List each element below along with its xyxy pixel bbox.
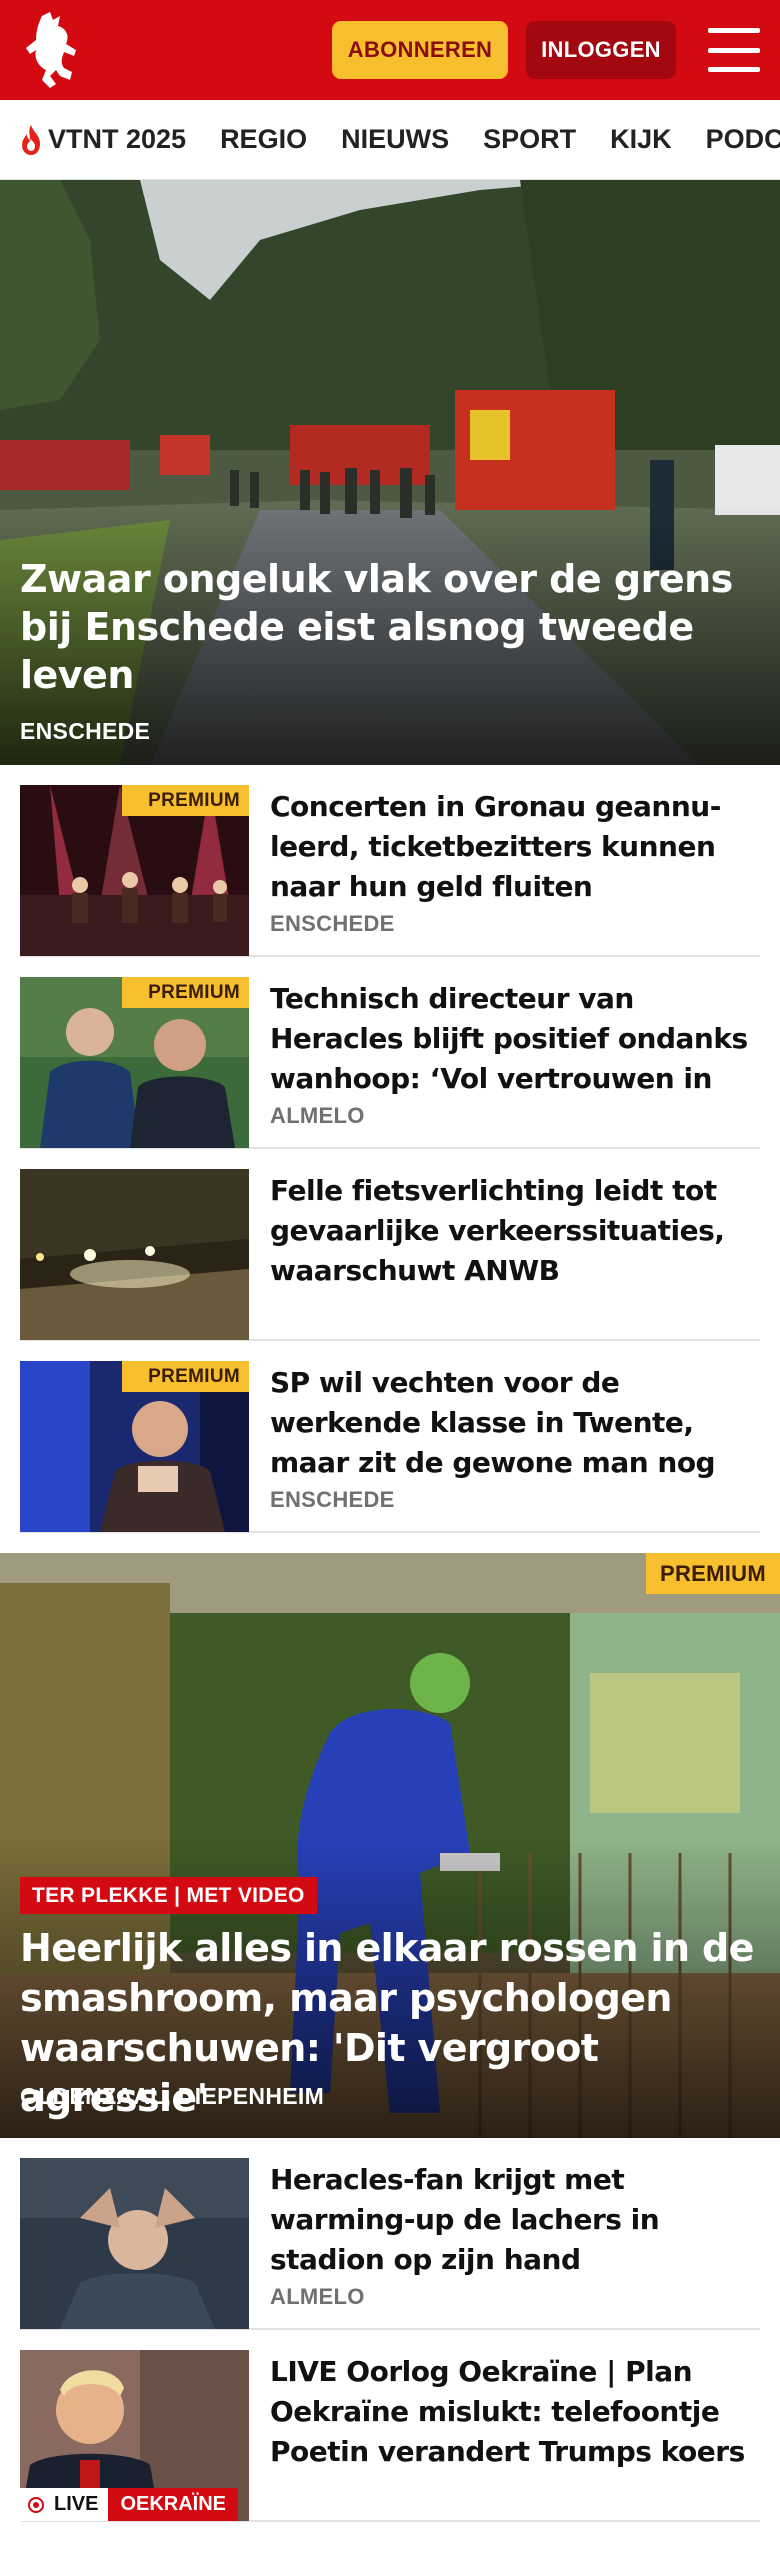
article-title: LIVE Oorlog Oekraïne | Plan Oekraïne mis… (270, 2355, 745, 2468)
premium-badge: PREMIUM (646, 1553, 780, 1594)
hero-article[interactable]: Zwaar ongeluk vlak over de grens bij Ens… (0, 180, 780, 765)
hamburger-menu-icon[interactable] (708, 28, 760, 72)
article-thumbnail: PREMIUM (20, 785, 249, 956)
subscribe-button[interactable]: ABONNEREN (332, 21, 508, 79)
hero-title: Zwaar ongeluk vlak over de grens bij Ens… (20, 557, 733, 697)
nav-item-vtnt[interactable]: VTNT 2025 (18, 124, 186, 156)
list-item[interactable]: Felle fietsverlichting leidt tot gevaarl… (20, 1149, 760, 1341)
article-thumbnail: LIVE OEKRAÏNE (20, 2350, 249, 2521)
premium-badge: PREMIUM (122, 785, 249, 816)
flame-icon (22, 124, 40, 155)
live-dot-icon (28, 2496, 44, 2513)
premium-badge: PREMIUM (122, 977, 249, 1008)
list-item[interactable]: PREMIUM Concerten in Gronau geannu­leerd… (20, 765, 760, 957)
article-place: ALMELO (270, 2284, 365, 2309)
top-header: ABONNEREN INLOGGEN (0, 0, 780, 100)
article-title: Heracles-fan krijgt met warming-up de la… (270, 2163, 660, 2276)
article-place: ENSCHEDE (270, 911, 395, 936)
list-item[interactable]: PREMIUM SP wil vechten voor de werkende … (20, 1341, 760, 1533)
list-item[interactable]: PREMIUM Technisch directeur van Heracles… (20, 957, 760, 1149)
featured-article[interactable]: PREMIUM TER PLEKKE | MET VIDEO Heerlijk … (0, 1553, 780, 2138)
article-title: Felle fietsverlichting leidt tot gevaarl… (270, 1174, 725, 1287)
premium-badge: PREMIUM (122, 1361, 249, 1392)
article-place: ENSCHEDE (270, 1487, 395, 1512)
hero-place: ENSCHEDE (20, 718, 151, 744)
topic-label: OEKRAÏNE (108, 2488, 239, 2521)
live-label: LIVE (54, 2493, 99, 2515)
login-button[interactable]: INLOGGEN (526, 21, 676, 79)
article-thumbnail (20, 2158, 249, 2329)
article-thumbnail: PREMIUM (20, 977, 249, 1148)
article-title: Concerten in Gronau geannu­leerd, ticket… (270, 790, 722, 903)
nav-label: VTNT 2025 (48, 124, 187, 154)
article-list: PREMIUM Concerten in Gronau geannu­leerd… (0, 765, 780, 1533)
article-thumbnail: PREMIUM (20, 1361, 249, 1532)
live-tag: LIVE OEKRAÏNE (20, 2488, 239, 2521)
article-title: Technisch directeur van Heracles blijft … (270, 982, 748, 1095)
nav-item-sport[interactable]: SPORT (483, 124, 576, 155)
nav-item-nieuws[interactable]: NIEUWS (341, 124, 449, 155)
nav-item-kijk[interactable]: KIJK (610, 124, 672, 155)
article-place: ALMELO (270, 1103, 365, 1128)
article-title: SP wil vechten voor de werkende klasse i… (270, 1366, 716, 1479)
nav-item-regio[interactable]: REGIO (220, 124, 307, 155)
featured-place: OLDENZAAL, DIEPENHEIM (20, 2083, 325, 2109)
nav-item-podcast[interactable]: PODCAST (706, 124, 780, 155)
article-list-2: Heracles-fan krijgt met warming-up de la… (0, 2138, 780, 2522)
category-label: TER PLEKKE | MET VIDEO (20, 1877, 317, 1914)
article-thumbnail (20, 1169, 249, 1340)
list-item[interactable]: LIVE OEKRAÏNE LIVE Oorlog Oekraïne | Pla… (20, 2330, 760, 2522)
tubantia-horse-logo-icon[interactable] (20, 8, 86, 92)
section-nav: VTNT 2025 REGIO NIEUWS SPORT KIJK PODCAS… (0, 100, 780, 180)
list-item[interactable]: Heracles-fan krijgt met warming-up de la… (20, 2138, 760, 2330)
